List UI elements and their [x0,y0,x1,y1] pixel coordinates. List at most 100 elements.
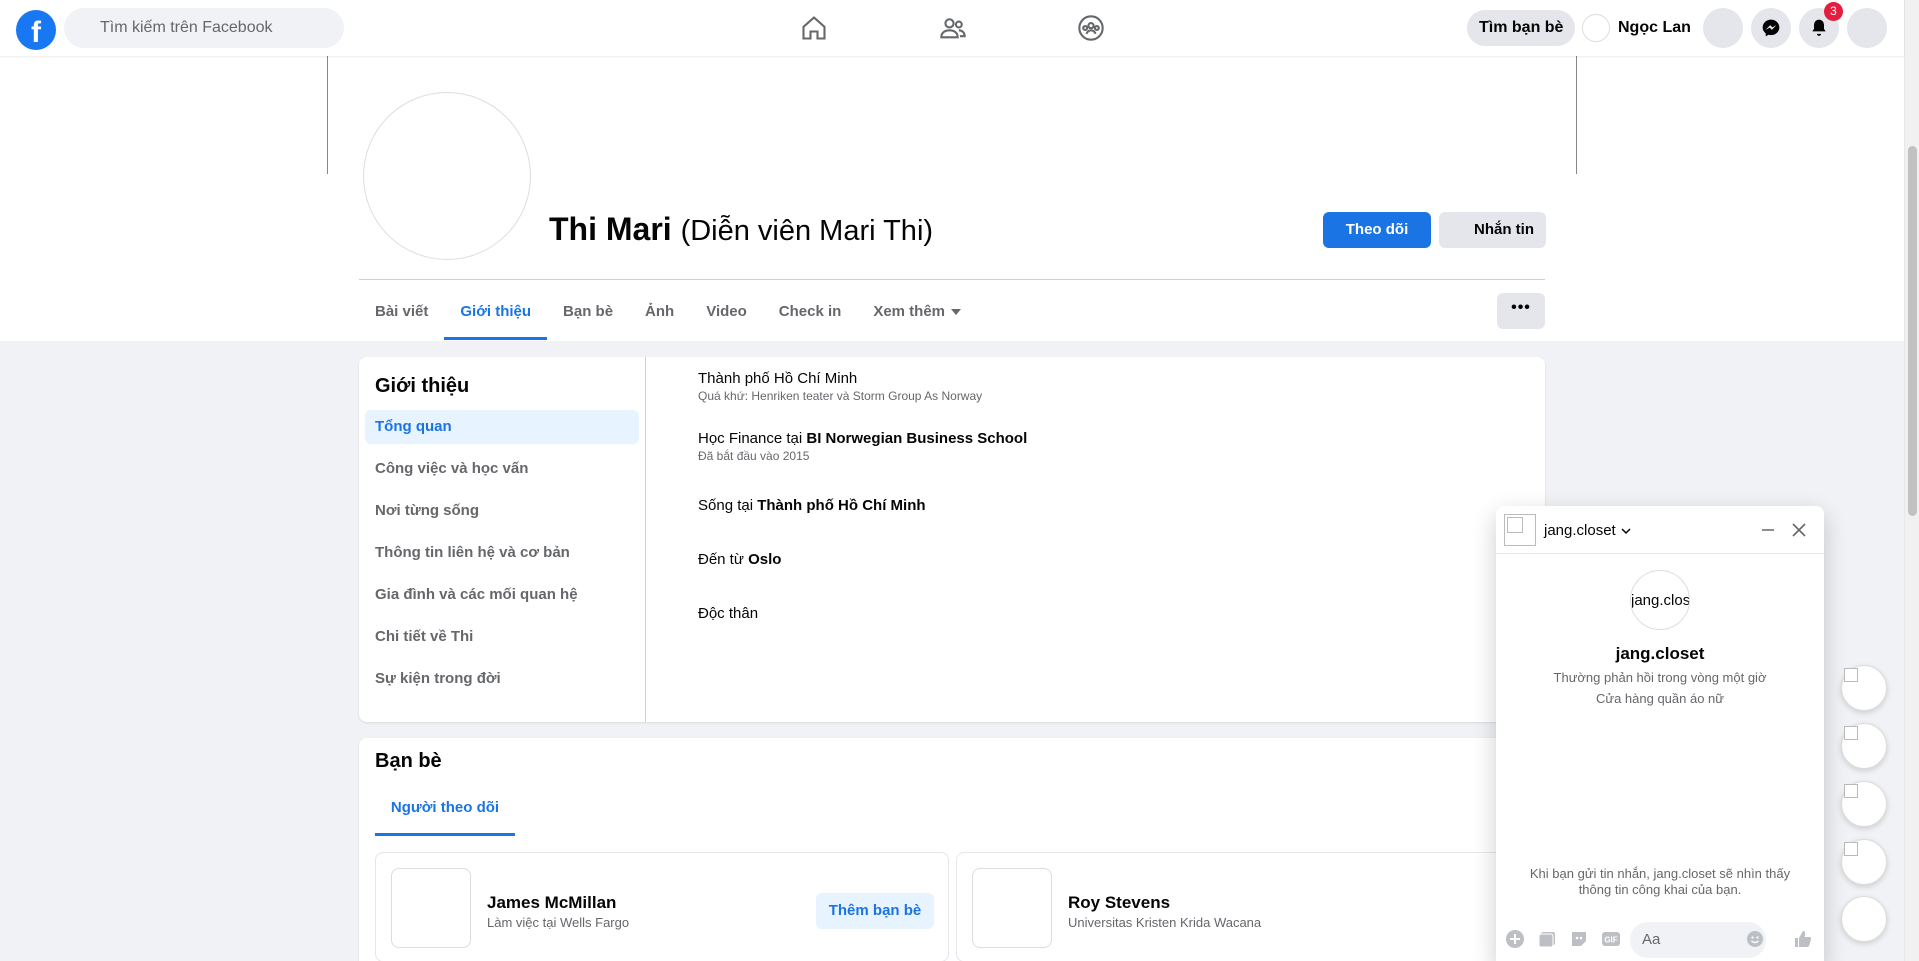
person-description: Làm việc tại Wells Fargo [487,915,630,930]
close-button[interactable] [1785,516,1813,544]
chat-head-bubble[interactable] [1841,781,1887,827]
person-name[interactable]: James McMillan [487,893,616,913]
chat-composer: GIF Aa [1496,910,1824,961]
profile-alt-name: (Diễn viên Mari Thi) [680,215,934,247]
tab-photos[interactable]: Ảnh [629,284,690,340]
message-button[interactable]: Nhắn tin [1439,212,1546,248]
scrollbar-thumb[interactable] [1908,146,1917,516]
hometown-prefix: Đến từ [698,551,749,568]
gif-icon[interactable]: GIF [1600,928,1622,950]
notifications-button[interactable]: 3 [1799,2,1843,48]
avatar[interactable] [391,868,471,948]
chat-intro: jang.clos jang.closet Thường phản hồi tr… [1496,570,1824,706]
message-input-placeholder: Aa [1642,931,1661,948]
friends-icon[interactable] [933,10,973,46]
chat-head-bubble[interactable] [1841,665,1887,711]
tab-more-label: Xem thêm [873,303,946,320]
groups-icon[interactable] [1071,10,1111,46]
chat-category: Cửa hàng quần áo nữ [1595,691,1724,706]
about-title: Giới thiệu [375,375,470,397]
about-nav-work-education[interactable]: Công việc và học vấn [365,452,639,486]
chat-head-bubble[interactable] [1841,839,1887,885]
chevron-down-icon [1621,527,1631,534]
tab-posts[interactable]: Bài viết [359,284,444,340]
gif-label: GIF [1604,936,1617,945]
profile-tabs: Bài viết Giới thiệu Bạn bè Ảnh Video Che… [359,284,977,340]
photo-icon[interactable] [1536,928,1558,950]
school-link[interactable]: BI Norwegian Business School [806,430,1027,447]
chat-title[interactable]: jang.closet [1544,522,1632,539]
current-city-link[interactable]: Thành phố Hồ Chí Minh [757,497,925,514]
tab-more[interactable]: Xem thêm [857,284,977,340]
current-city-item: Sống tại Thành phố Hồ Chí Minh [698,497,926,514]
chat-intro-avatar[interactable]: jang.clos [1630,570,1690,630]
add-friend-button[interactable]: Thêm bạn bè [816,893,934,929]
friends-section: Bạn bè Người theo dõi James McMillan Làm… [359,738,1545,961]
chat-privacy-note: Khi bạn gửi tin nhắn, jang.closet sẽ nhì… [1529,866,1791,897]
about-nav-life-events[interactable]: Sự kiện trong đời [365,662,639,696]
education-item: Học Finance tại BI Norwegian Business Sc… [698,430,1027,463]
list-item: Roy Stevens Universitas Kristen Krida Wa… [956,852,1530,961]
tab-about[interactable]: Giới thiệu [444,284,547,340]
profile-shortcut[interactable]: Ngọc Lan [1582,10,1691,46]
work-item: Thành phố Hồ Chí Minh Quá khứ: Henriken … [698,370,982,403]
profile-name-main: Thi Mari [549,211,672,247]
about-nav-family[interactable]: Gia đình và các mối quan hệ [365,578,639,612]
sticker-icon[interactable] [1568,928,1590,950]
chat-intro-name: jang.closet [1615,644,1705,663]
avatar[interactable] [972,868,1052,948]
person-name[interactable]: Roy Stevens [1068,893,1170,913]
top-navigation-bar: f Tìm kiếm trên Facebook Tìm bạn bè Ngọc… [0,0,1904,56]
facebook-logo-icon[interactable]: f [16,10,56,50]
find-friends-button[interactable]: Tìm bạn bè [1467,10,1576,46]
header-divider [359,279,1545,280]
notification-badge: 3 [1824,2,1843,21]
chat-avatar-alt: jang.clos [1631,592,1690,609]
minimize-button[interactable] [1754,516,1782,544]
hometown-link[interactable]: Oslo [748,551,781,568]
messenger-icon [1762,19,1780,37]
search-input[interactable]: Tìm kiếm trên Facebook [64,8,344,48]
avatar [1582,14,1610,42]
user-name: Ngọc Lan [1618,19,1691,36]
tab-friends[interactable]: Bạn bè [547,284,629,340]
work-title: Thành phố Hồ Chí Minh [698,370,858,387]
profile-header: Thi Mari (Diễn viên Mari Thi) Theo dõi N… [0,56,1904,341]
education-subtitle: Đã bắt đầu vào 2015 [698,449,810,463]
about-nav-details[interactable]: Chi tiết về Thi [365,620,639,654]
about-nav-overview[interactable]: Tổng quan [365,410,639,444]
tab-videos[interactable]: Video [690,284,763,340]
profile-name: Thi Mari (Diễn viên Mari Thi) [549,211,933,248]
profile-picture[interactable] [363,92,531,260]
page-scrollbar[interactable] [1904,0,1919,961]
home-icon[interactable] [794,10,834,46]
more-options-button[interactable]: ••• [1497,293,1545,329]
work-subtitle: Quá khứ: Henriken teater và Storm Group … [698,389,983,403]
chat-head-bubble[interactable] [1841,723,1887,769]
plus-icon[interactable] [1504,928,1526,950]
person-description: Universitas Kristen Krida Wacana [1068,915,1262,930]
minimize-icon [1762,529,1774,531]
cover-border-left [327,56,328,174]
tab-checkins[interactable]: Check in [763,284,858,340]
like-icon[interactable] [1792,928,1814,950]
about-nav-places[interactable]: Nơi từng sống [365,494,639,528]
tab-followers[interactable]: Người theo dõi [375,780,515,836]
follow-button[interactable]: Theo dõi [1323,212,1431,248]
chat-window: jang.closet jang.clos jang.closet Thường… [1496,506,1824,961]
chat-avatar[interactable] [1504,514,1536,546]
menu-button[interactable] [1703,8,1743,48]
account-button[interactable] [1847,8,1887,48]
caret-down-icon [951,309,962,316]
about-section: Giới thiệu Tổng quan Công việc và học vấ… [359,357,1545,722]
about-nav-contact[interactable]: Thông tin liên hệ và cơ bản [365,536,639,570]
list-item: James McMillan Làm việc tại Wells Fargo … [375,852,949,961]
friends-title: Bạn bè [375,750,442,772]
emoji-icon[interactable] [1744,928,1766,950]
new-message-button[interactable] [1841,896,1887,942]
current-city-prefix: Sống tại [698,497,758,514]
search-placeholder: Tìm kiếm trên Facebook [100,19,273,36]
chat-response-time: Thường phản hồi trong vòng một giờ [1553,670,1767,685]
messenger-button[interactable] [1751,8,1791,48]
about-sidebar: Giới thiệu Tổng quan Công việc và học vấ… [359,357,646,722]
